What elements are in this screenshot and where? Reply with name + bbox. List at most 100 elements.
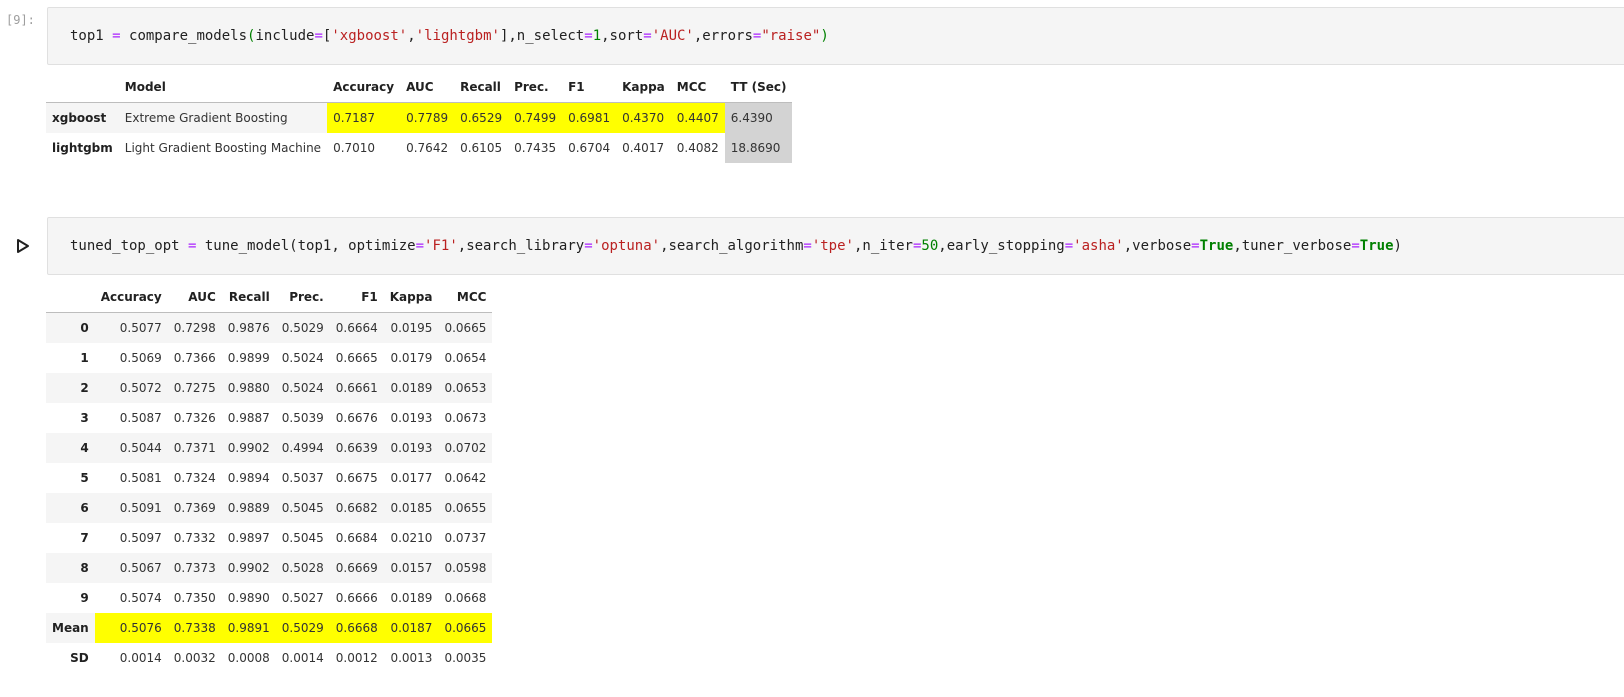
table-cell-highlighted: 0.4407	[670, 102, 725, 133]
table-cell: 0.0008	[221, 643, 276, 673]
table-row: 4 0.5044 0.7371 0.9902 0.4994 0.6639 0.0193 0.0…	[46, 433, 493, 463]
table-cell: 0.0193	[383, 403, 439, 433]
code-text[interactable]: tuned_top_opt = tune_model(top1, optimiz…	[70, 238, 1402, 254]
table-cell-highlighted: 0.7499	[508, 102, 563, 133]
column-header: Model	[118, 72, 328, 103]
table-cell: 0.5087	[94, 403, 168, 433]
table-cell: 0.6684	[329, 523, 384, 553]
table-cell: 0.0655	[438, 493, 493, 523]
table-cell: 0.5091	[94, 493, 168, 523]
table-cell: 0.7369	[167, 493, 222, 523]
row-index: 3	[46, 403, 95, 433]
column-header: Kappa	[616, 72, 671, 103]
column-header: Accuracy	[94, 282, 168, 313]
table-cell: 0.0189	[383, 373, 439, 403]
table-cell: 0.5044	[94, 433, 168, 463]
table-cell: 0.0177	[383, 463, 439, 493]
table-cell: 0.4017	[616, 133, 671, 163]
table-row: 2 0.5072 0.7275 0.9880 0.5024 0.6661 0.0189 0.0…	[46, 373, 493, 403]
table-cell: 0.6666	[329, 583, 384, 613]
tune-model-table: Accuracy AUC Recall Prec. F1 Kappa MCC 0…	[46, 282, 493, 673]
row-index: 4	[46, 433, 95, 463]
column-header: TT (Sec)	[724, 72, 793, 103]
column-header: MCC	[438, 282, 493, 313]
table-cell: 0.7435	[508, 133, 563, 163]
table-row: xgboost Extreme Gradient Boosting 0.7187…	[46, 102, 793, 133]
table-cell: 0.6675	[329, 463, 384, 493]
table-cell: 0.0189	[383, 583, 439, 613]
table-row: 7 0.5097 0.7332 0.9897 0.5045 0.6684 0.0210 0.0…	[46, 523, 493, 553]
table-cell: 0.0032	[167, 643, 222, 673]
row-index: 6	[46, 493, 95, 523]
row-index: Mean	[46, 613, 95, 643]
column-header: F1	[329, 282, 384, 313]
column-header	[46, 72, 119, 103]
table-cell-highlighted: 0.6981	[562, 102, 617, 133]
table-cell: 0.5037	[275, 463, 330, 493]
table-cell: 0.6105	[454, 133, 509, 163]
column-header: Prec.	[275, 282, 330, 313]
table-row: 9 0.5074 0.7350 0.9890 0.5027 0.6666 0.0189 0.0…	[46, 583, 493, 613]
row-index: lightgbm	[46, 133, 119, 163]
table-cell: 0.5024	[275, 373, 330, 403]
row-index: 8	[46, 553, 95, 583]
cell-prompt: [9]:	[6, 13, 35, 27]
table-cell-highlighted: 0.6529	[454, 102, 509, 133]
code-cell-tune-model[interactable]: tuned_top_opt = tune_model(top1, optimiz…	[47, 217, 1624, 275]
table-cell-highlighted: 0.7187	[327, 102, 401, 133]
row-index: 5	[46, 463, 95, 493]
table-row: 8 0.5067 0.7373 0.9902 0.5028 0.6669 0.0157 0.0…	[46, 553, 493, 583]
table-cell-gray: 18.8690	[724, 133, 793, 163]
table-cell: 0.7371	[167, 433, 222, 463]
table-cell-highlighted: 0.5029	[275, 613, 330, 643]
table-cell: 0.0013	[383, 643, 439, 673]
table-cell: 0.0014	[94, 643, 168, 673]
column-header: Recall	[221, 282, 276, 313]
table-cell: 0.5067	[94, 553, 168, 583]
table-cell: 0.5081	[94, 463, 168, 493]
table-cell-highlighted: 0.7338	[167, 613, 222, 643]
table-cell: 0.5028	[275, 553, 330, 583]
tune-model-table-body: 0 0.5077 0.7298 0.9876 0.5029 0.6664 0.0195 0.0…	[46, 312, 493, 673]
table-cell: 0.5097	[94, 523, 168, 553]
table-cell: 0.9880	[221, 373, 276, 403]
code-cell-compare-models[interactable]: top1 = compare_models(include=['xgboost'…	[47, 7, 1624, 65]
table-cell: 0.0035	[438, 643, 493, 673]
column-header: Recall	[454, 72, 509, 103]
table-cell: 0.9889	[221, 493, 276, 523]
table-cell: 0.5024	[275, 343, 330, 373]
table-cell: 0.9902	[221, 553, 276, 583]
table-cell: 0.5027	[275, 583, 330, 613]
table-cell: 0.0195	[383, 312, 439, 343]
table-cell: 0.7275	[167, 373, 222, 403]
table-cell: 0.9897	[221, 523, 276, 553]
column-header: AUC	[400, 72, 455, 103]
table-cell: 0.0737	[438, 523, 493, 553]
table-cell: 0.9902	[221, 433, 276, 463]
table-cell: 0.6639	[329, 433, 384, 463]
table-cell: 0.7324	[167, 463, 222, 493]
table-cell: 0.4994	[275, 433, 330, 463]
table-cell: 0.5039	[275, 403, 330, 433]
table-cell: 0.0193	[383, 433, 439, 463]
table-cell: 0.5029	[275, 312, 330, 343]
table-row: 5 0.5081 0.7324 0.9894 0.5037 0.6675 0.0177 0.0…	[46, 463, 493, 493]
table-cell-highlighted: 0.6668	[329, 613, 384, 643]
table-cell: 0.5074	[94, 583, 168, 613]
table-cell: 0.9887	[221, 403, 276, 433]
column-header: Prec.	[508, 72, 563, 103]
table-cell: 0.7366	[167, 343, 222, 373]
table-cell-highlighted: 0.0187	[383, 613, 439, 643]
table-row: lightgbm Light Gradient Boosting Machine…	[46, 133, 793, 163]
table-cell-highlighted: 0.4370	[616, 102, 671, 133]
table-cell: 0.0642	[438, 463, 493, 493]
code-text[interactable]: top1 = compare_models(include=['xgboost'…	[70, 28, 829, 44]
table-cell: Extreme Gradient Boosting	[118, 102, 328, 133]
run-cell-play-icon[interactable]	[14, 237, 32, 255]
table-cell: 0.7326	[167, 403, 222, 433]
table-cell-highlighted: 0.9891	[221, 613, 276, 643]
row-index: 0	[46, 312, 95, 343]
column-header: MCC	[670, 72, 725, 103]
column-header	[46, 282, 95, 313]
table-row: SD 0.0014 0.0032 0.0008 0.0014 0.0012 0.0013 0.…	[46, 643, 493, 673]
